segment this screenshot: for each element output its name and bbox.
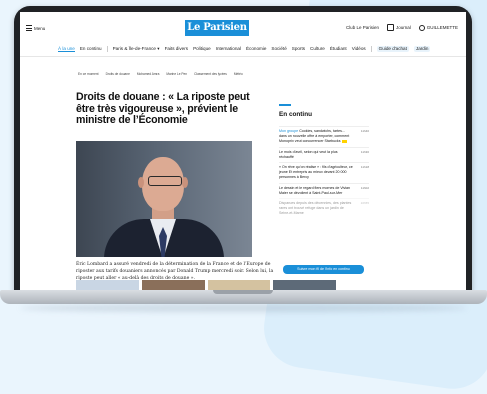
thumbnail[interactable]	[207, 280, 271, 290]
subnav-item: En ce moment	[78, 72, 99, 76]
item-time: 10h55	[360, 201, 369, 206]
nav-item-videos[interactable]: Vidéos	[352, 46, 366, 52]
nav-item-societe[interactable]: Société	[271, 46, 286, 52]
nav-item-a-la-une[interactable]: À la une	[58, 46, 75, 52]
photo-ear	[138, 177, 144, 188]
nav-item-guide-achat[interactable]: Guide d'achat	[376, 46, 409, 52]
nav-item-faits-divers[interactable]: Faits divers	[165, 46, 189, 52]
related-thumbnails	[76, 280, 336, 290]
item-time: 11h40	[360, 129, 369, 133]
list-item[interactable]: Mon groupe Cookies, sandwichs, tartes… d…	[279, 126, 369, 147]
nav-item-en-continu[interactable]: En continu	[80, 46, 102, 52]
en-continu-list: Mon groupe Cookies, sandwichs, tartes… d…	[279, 126, 369, 219]
laptop-shadow	[20, 304, 467, 312]
item-time: 11h18	[360, 165, 369, 170]
en-continu-title: En continu	[279, 111, 313, 118]
nav-item-jardin[interactable]: Jardin	[413, 46, 431, 52]
subnav-item[interactable]: Marine Le Pen	[166, 72, 187, 76]
subnav-item[interactable]: Météo	[234, 72, 243, 76]
list-item[interactable]: « On rêve qu’on réalise » : fils d’agric…	[279, 162, 369, 183]
nav-item-sports[interactable]: Sports	[292, 46, 305, 52]
list-item[interactable]: Le dessin et le regard fiers mornes de V…	[279, 182, 369, 198]
le-parisien-logo[interactable]: Le Parisien	[185, 20, 249, 36]
subnav-item[interactable]: Classement des lycées	[194, 72, 227, 76]
highlight-mark	[341, 139, 347, 143]
nav-divider	[106, 46, 108, 52]
nav-item-politique[interactable]: Politique	[193, 46, 211, 52]
site-header: Menu Le Parisien Club Le Parisien Journa…	[20, 12, 466, 42]
thumbnail[interactable]	[76, 280, 139, 290]
user-label: GUILLEMETTE	[426, 25, 458, 30]
club-label: Club Le Parisien	[345, 25, 379, 30]
follow-en-continu-button[interactable]: Suivre mon fil de l'info en continu	[283, 265, 364, 274]
item-text: « On rêve qu’on réalise » : fils d’agric…	[279, 165, 353, 180]
menu-label: Menu	[34, 25, 46, 31]
nav-item-culture[interactable]: Culture	[310, 46, 325, 52]
item-time: 11h30	[360, 149, 369, 154]
list-item[interactable]: Disparues depuis des décennies, des plan…	[279, 198, 369, 219]
menu-button[interactable]: Menu	[26, 25, 45, 31]
thumbnail[interactable]	[141, 280, 205, 290]
header-links: Club Le Parisien Journal GUILLEMETTE	[346, 24, 458, 31]
item-tag: Mon groupe	[279, 129, 299, 133]
browser-screen: Menu Le Parisien Club Le Parisien Journa…	[20, 12, 466, 290]
photo-glasses	[148, 176, 182, 186]
item-text: Le mois d’avril, selon qui veut la plus …	[279, 149, 338, 159]
item-time: 11h02	[360, 185, 369, 190]
journal-icon	[386, 24, 394, 31]
journal-label: Journal	[395, 25, 411, 30]
nav-item-economie[interactable]: Économie	[246, 46, 266, 52]
nav-item-etudiant[interactable]: Étudiant	[330, 46, 347, 52]
nav-divider	[370, 46, 372, 52]
topic-subnav: En ce moment Droits de douane Mohamed Am…	[78, 72, 243, 76]
item-text: Le dessin et le regard fiers mornes de V…	[279, 185, 351, 195]
article-photo[interactable]	[76, 141, 252, 257]
thumbnail[interactable]	[273, 280, 336, 290]
item-text: Disparues depuis des décennies, des plan…	[279, 201, 352, 216]
section-accent-bar	[279, 104, 291, 106]
nav-item-international[interactable]: International	[216, 46, 241, 52]
list-item[interactable]: Le mois d’avril, selon qui veut la plus …	[279, 146, 369, 162]
photo-ear	[182, 177, 188, 188]
account-link[interactable]: GUILLEMETTE	[418, 24, 458, 31]
journal-link[interactable]: Journal	[386, 24, 411, 31]
nav-items: À la une En continu Paris & Île-de-Franc…	[58, 46, 431, 52]
article-headline[interactable]: Droits de douane : « La riposte peut êtr…	[76, 91, 258, 127]
hamburger-icon	[26, 25, 32, 31]
subnav-item[interactable]: Droits de douane	[106, 72, 130, 76]
subnav-item[interactable]: Mohamed Amra	[137, 72, 160, 76]
club-link[interactable]: Club Le Parisien	[346, 25, 379, 30]
user-icon	[418, 24, 425, 31]
laptop-notch	[213, 290, 273, 294]
main-nav: À la une En continu Paris & Île-de-Franc…	[20, 44, 466, 57]
nav-item-paris[interactable]: Paris & Île-de-France ▾	[113, 46, 160, 52]
